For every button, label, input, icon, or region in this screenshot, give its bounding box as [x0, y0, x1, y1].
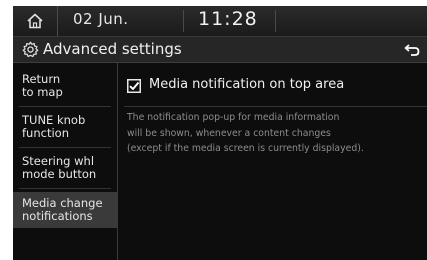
back-icon — [404, 43, 420, 56]
media-notification-checkbox[interactable] — [127, 79, 141, 93]
option-divider — [124, 106, 427, 107]
gear-icon — [22, 41, 39, 58]
sidebar-divider — [19, 106, 111, 107]
sidebar-item-label: Return to map — [22, 73, 63, 99]
check-icon — [129, 81, 140, 90]
sidebar-item-return-to-map[interactable]: Return to map — [13, 69, 117, 103]
status-divider — [183, 10, 184, 32]
sidebar-divider — [19, 147, 111, 148]
page-title: Advanced settings — [43, 40, 182, 58]
title-bar: Advanced settings — [13, 37, 427, 63]
sidebar-item-media-change-notifications[interactable]: Media change notifications — [13, 192, 117, 228]
clock-display: 11:28 — [198, 8, 258, 30]
label-line: function — [22, 126, 69, 140]
sidebar-item-label: Steering whl mode button — [22, 155, 96, 181]
label-line: mode button — [22, 167, 97, 181]
infotainment-screen: 02 Jun. 11:28 Advanced settings Return t… — [13, 6, 427, 260]
date-display: 02 Jun. — [73, 10, 129, 28]
status-divider — [275, 10, 276, 32]
sidebar-divider — [19, 188, 111, 189]
sidebar-item-tune-knob-function[interactable]: TUNE knob function — [13, 110, 117, 144]
back-button[interactable] — [397, 37, 427, 62]
sidebar-item-label: TUNE knob function — [22, 114, 85, 140]
settings-sidebar: Return to map TUNE knob function Steerin… — [13, 63, 118, 260]
sidebar-item-steering-whl-mode-button[interactable]: Steering whl mode button — [13, 151, 117, 185]
description-line: The notification pop-up for media inform… — [127, 112, 340, 123]
sidebar-item-label: Media change notifications — [22, 197, 103, 223]
home-button[interactable] — [13, 6, 58, 36]
media-notification-label[interactable]: Media notification on top area — [149, 77, 344, 92]
label-line: notifications — [22, 209, 93, 223]
description-line: (except if the media screen is currently… — [127, 143, 364, 154]
option-description: The notification pop-up for media inform… — [127, 110, 427, 157]
settings-content: Media notification on top area The notif… — [118, 63, 427, 260]
description-line: will be shown, whenever a content change… — [127, 127, 331, 139]
label-line: to map — [22, 85, 63, 99]
home-icon — [27, 13, 43, 29]
status-bar: 02 Jun. 11:28 — [13, 6, 427, 37]
